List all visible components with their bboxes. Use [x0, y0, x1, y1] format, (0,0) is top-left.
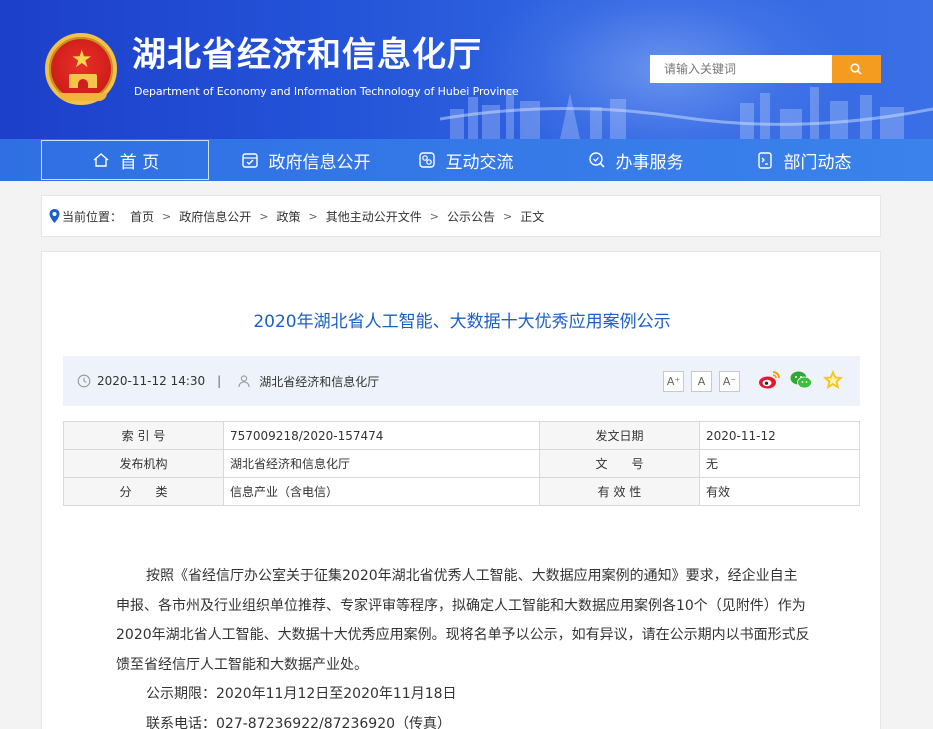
publisher-value: 湖北省经济和信息化厅 [223, 449, 540, 478]
nav-item-label: 首 页 [119, 152, 160, 173]
header-banner: ★ 湖北省经济和信息化厅 Department of Economy and I… [0, 0, 933, 139]
publisher-label: 发布机构 [63, 449, 224, 478]
category-label: 分 类 [63, 477, 224, 506]
publish-date-label: 发文日期 [539, 421, 700, 450]
index-number-label: 索 引 号 [63, 421, 224, 450]
publicity-period: 公示期限：2020年11月12日至2020年11月18日 [146, 686, 457, 702]
font-size-increase-button[interactable]: A⁺ [663, 371, 684, 392]
breadcrumb-prefix: 当前位置： [62, 209, 123, 224]
breadcrumb-separator: > [429, 209, 439, 223]
search-button[interactable] [832, 55, 881, 83]
index-number-value: 757009218/2020-157474 [223, 421, 540, 450]
main-nav: 首 页 政府信息公开 互动交流 办事服务 部门动态 [0, 139, 933, 181]
clock-icon [77, 374, 91, 388]
contact-phone: 联系电话：027-87236922/87236920（传真） [146, 715, 452, 729]
table-row: 分 类 信息产业（含电信） 有 效 性 有效 [63, 477, 860, 506]
news-icon [757, 152, 772, 169]
document-info-table: 索 引 号 757009218/2020-157474 发文日期 2020-11… [63, 421, 860, 506]
document-number-value: 无 [699, 449, 860, 478]
breadcrumb: 当前位置： 首页 > 政府信息公开 > 政策 > 其他主动公开文件 > 公示公告… [41, 195, 881, 237]
nav-item-label: 办事服务 [615, 152, 684, 173]
nav-item-home[interactable]: 首 页 [41, 140, 209, 180]
nav-item-label: 互动交流 [445, 152, 514, 173]
meta-separator: | [217, 374, 222, 388]
weibo-icon[interactable] [757, 368, 781, 392]
nav-item-news[interactable]: 部门动态 [733, 139, 873, 181]
category-value: 信息产业（含电信） [223, 477, 540, 506]
breadcrumb-item-gov-info[interactable]: 政府信息公开 [179, 208, 251, 225]
wechat-icon[interactable] [789, 368, 813, 392]
body-paragraph: 按照《省经信厅办公室关于征集2020年湖北省优秀人工智能、大数据应用案例的通知》… [116, 568, 810, 673]
table-row: 索 引 号 757009218/2020-157474 发文日期 2020-11… [63, 421, 860, 450]
national-emblem-icon: ★ [45, 33, 117, 105]
breadcrumb-separator: > [502, 209, 513, 223]
breadcrumb-item-home[interactable]: 首页 [130, 208, 154, 225]
article-datetime: 2020-11-12 14:30 [97, 374, 206, 388]
location-pin-icon [49, 209, 60, 223]
document-check-icon [241, 153, 258, 168]
article-source: 湖北省经济和信息化厅 [259, 374, 380, 389]
site-subtitle: Department of Economy and Information Te… [134, 85, 519, 98]
breadcrumb-separator: > [308, 209, 318, 223]
publish-date-value: 2020-11-12 [699, 421, 860, 450]
breadcrumb-separator: > [259, 209, 269, 223]
emblem-star: ★ [71, 45, 93, 73]
nav-item-services[interactable]: 办事服务 [565, 139, 705, 181]
article-title: 2020年湖北省人工智能、大数据十大优秀应用案例公示 [253, 312, 671, 332]
nav-item-label: 政府信息公开 [268, 152, 371, 173]
home-icon [93, 153, 109, 167]
favorite-star-icon[interactable] [821, 368, 845, 392]
validity-label: 有 效 性 [539, 477, 700, 506]
publisher-icon [238, 375, 250, 388]
article-card: 2020年湖北省人工智能、大数据十大优秀应用案例公示 2020-11-12 14… [41, 251, 881, 729]
search-service-icon [588, 152, 605, 168]
nav-item-label: 部门动态 [783, 152, 852, 173]
nav-item-gov-info[interactable]: 政府信息公开 [220, 139, 390, 181]
validity-value: 有效 [699, 477, 860, 506]
font-size-normal-button[interactable]: A [691, 371, 712, 392]
breadcrumb-item-announcements[interactable]: 公示公告 [447, 208, 495, 225]
chat-icon [418, 152, 435, 168]
emblem-ribbon [59, 93, 107, 101]
article-body: 按照《省经信厅办公室关于征集2020年湖北省优秀人工智能、大数据应用案例的通知》… [116, 562, 811, 729]
search-icon [850, 63, 862, 75]
breadcrumb-item-current: 正文 [520, 209, 545, 224]
nav-item-interaction[interactable]: 互动交流 [395, 139, 535, 181]
search-input[interactable] [650, 55, 832, 83]
breadcrumb-item-other-files[interactable]: 其他主动公开文件 [326, 208, 422, 225]
search-box [650, 55, 881, 83]
page-root: ★ 湖北省经济和信息化厅 Department of Economy and I… [0, 0, 933, 729]
breadcrumb-separator: > [162, 209, 172, 223]
emblem-gate [69, 74, 97, 88]
article-meta-bar: 2020-11-12 14:30 | 湖北省经济和信息化厅 A⁺ A A⁻ [63, 356, 860, 406]
site-title: 湖北省经济和信息化厅 [132, 35, 482, 75]
document-number-label: 文 号 [539, 449, 700, 478]
font-size-decrease-button[interactable]: A⁻ [719, 371, 740, 392]
breadcrumb-item-policy[interactable]: 政策 [276, 208, 300, 225]
table-row: 发布机构 湖北省经济和信息化厅 文 号 无 [63, 449, 860, 478]
